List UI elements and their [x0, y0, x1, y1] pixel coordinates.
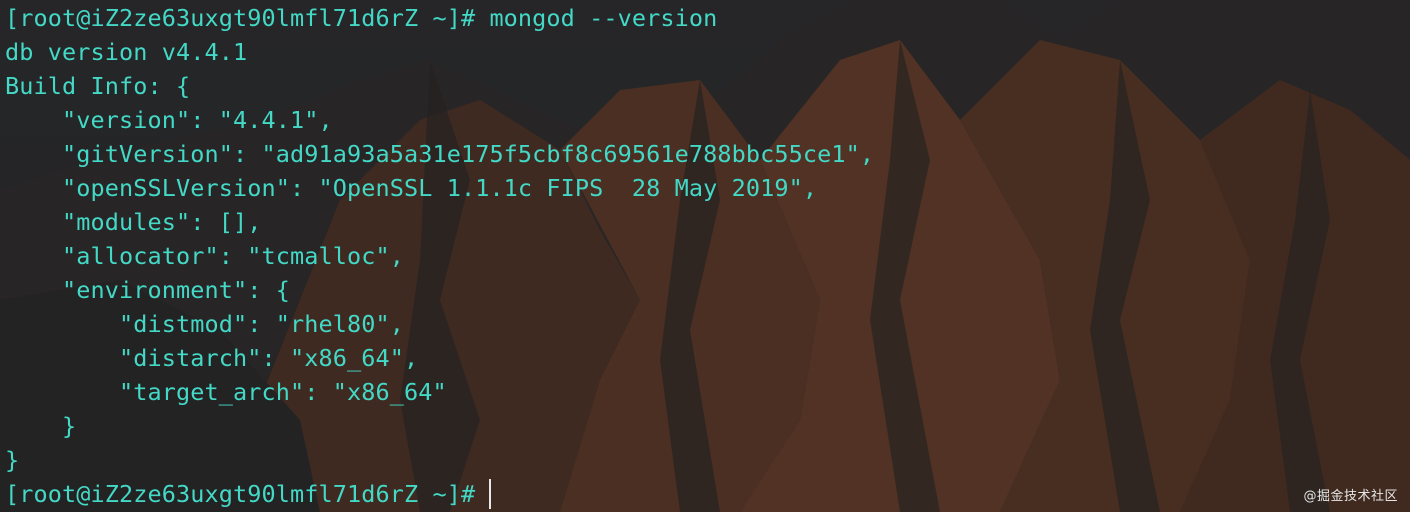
terminal-line: "distmod": "rhel80",	[5, 310, 404, 338]
terminal-line: "version": "4.4.1",	[5, 106, 333, 134]
terminal-line: "distarch": "x86_64",	[5, 344, 419, 372]
terminal-line: db version v4.4.1	[5, 38, 248, 66]
terminal-prompt: [root@iZ2ze63uxgt90lmfl71d6rZ ~]#	[5, 480, 476, 508]
terminal-line: "environment": {	[5, 276, 290, 304]
terminal-line: "openSSLVersion": "OpenSSL 1.1.1c FIPS 2…	[5, 174, 818, 202]
terminal-line: "allocator": "tcmalloc",	[5, 242, 404, 270]
terminal-window[interactable]: [root@iZ2ze63uxgt90lmfl71d6rZ ~]# mongod…	[0, 0, 1410, 512]
text-cursor	[489, 478, 492, 509]
terminal-line: }	[5, 446, 20, 474]
terminal-line: "target_arch": "x86_64"	[5, 378, 447, 406]
terminal-line: [root@iZ2ze63uxgt90lmfl71d6rZ ~]# mongod…	[5, 4, 718, 32]
terminal-prompt-line[interactable]: [root@iZ2ze63uxgt90lmfl71d6rZ ~]#	[5, 477, 1410, 511]
terminal-line: "modules": [],	[5, 208, 262, 236]
terminal-line: "gitVersion": "ad91a93a5a31e175f5cbf8c69…	[5, 140, 875, 168]
watermark: @掘金技术社区	[1303, 489, 1398, 504]
terminal-line: }	[5, 412, 77, 440]
terminal-line: Build Info: {	[5, 72, 191, 100]
